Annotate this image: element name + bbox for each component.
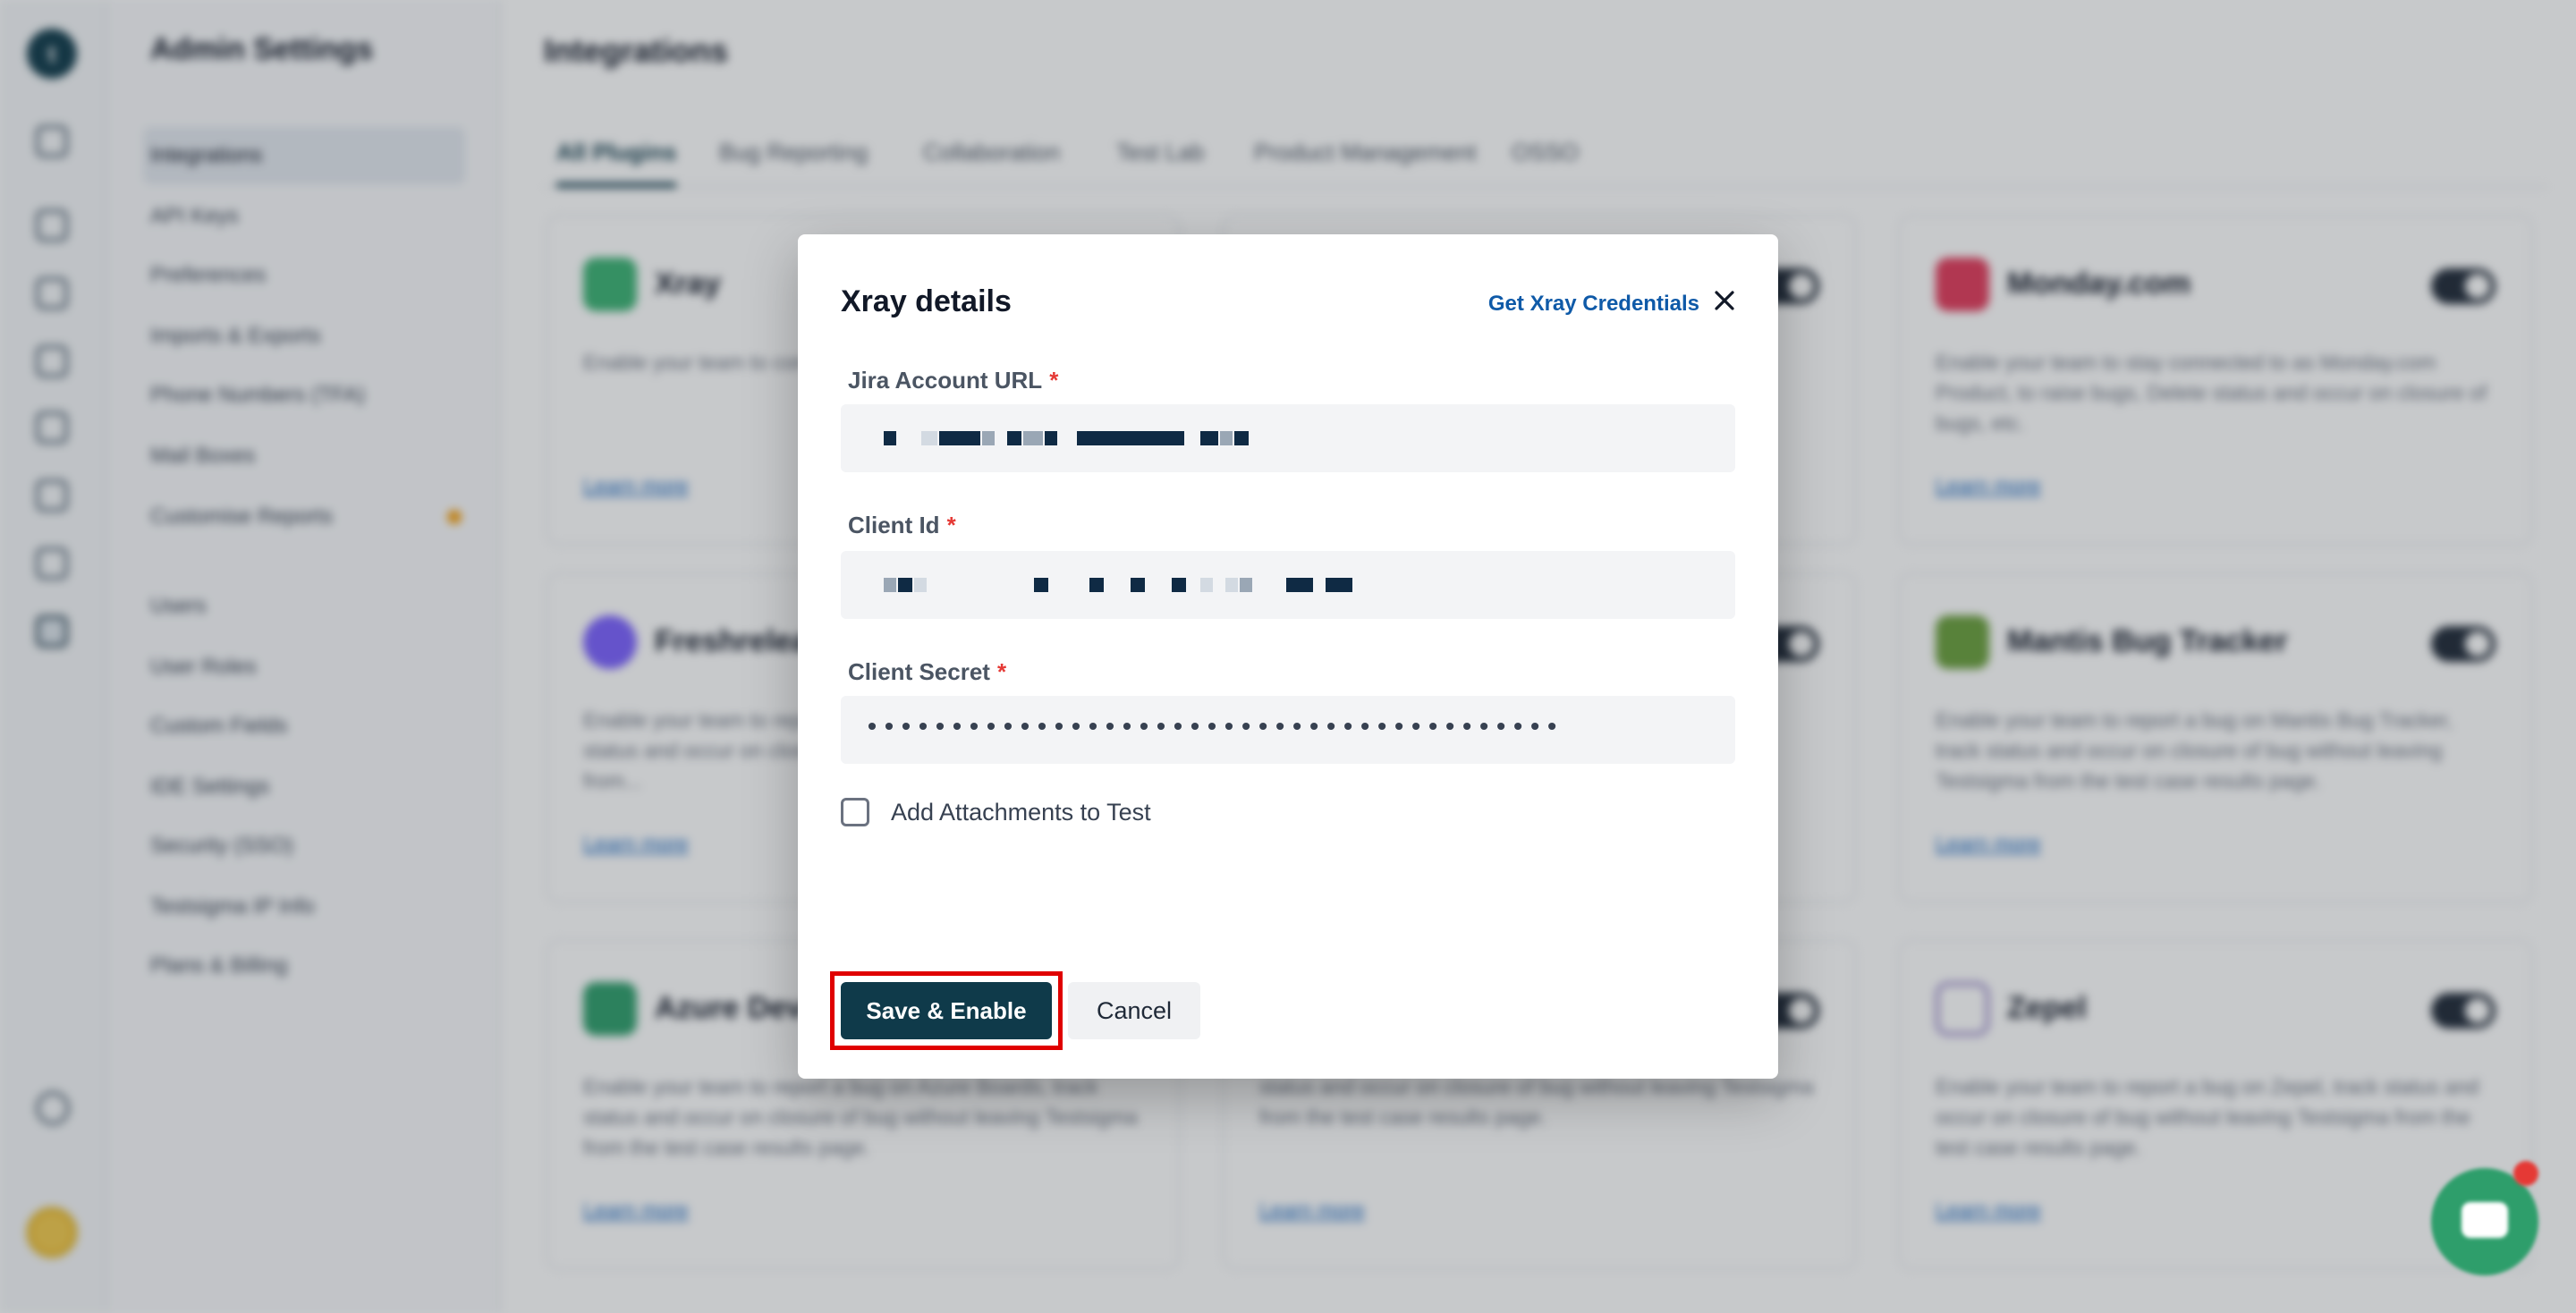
- app-window: t Admin Settings Integrations API Keys P…: [0, 0, 2576, 1313]
- save-enable-button[interactable]: Save & Enable: [841, 982, 1052, 1039]
- client-secret-label: Client Secret *: [848, 658, 1006, 686]
- close-icon[interactable]: [1710, 286, 1739, 315]
- masked-secret: ••••••••••••••••••••••••••••••••••••••••…: [864, 714, 1562, 744]
- xray-details-modal: Xray details Get Xray Credentials Jira A…: [798, 234, 1778, 1079]
- required-mark: *: [996, 658, 1007, 685]
- cancel-button[interactable]: Cancel: [1068, 982, 1200, 1039]
- redacted-value: [884, 428, 1250, 449]
- client-id-input[interactable]: [841, 551, 1735, 619]
- jira-url-input[interactable]: [841, 404, 1735, 472]
- field-label-text: Client Secret: [848, 658, 990, 685]
- field-label-text: Client Id: [848, 512, 940, 538]
- add-attachments-label[interactable]: Add Attachments to Test: [891, 798, 1151, 826]
- redacted-value: [884, 574, 1354, 596]
- get-credentials-link[interactable]: Get Xray Credentials: [1488, 292, 1699, 317]
- client-secret-input[interactable]: ••••••••••••••••••••••••••••••••••••••••…: [841, 696, 1735, 764]
- jira-url-label: Jira Account URL *: [848, 367, 1058, 394]
- add-attachments-checkbox[interactable]: [841, 798, 869, 826]
- field-label-text: Jira Account URL: [848, 367, 1043, 394]
- client-id-label: Client Id *: [848, 512, 956, 539]
- modal-title: Xray details: [841, 284, 1012, 318]
- required-mark: *: [946, 512, 956, 538]
- chat-notification-badge: [2513, 1161, 2538, 1186]
- required-mark: *: [1049, 367, 1059, 394]
